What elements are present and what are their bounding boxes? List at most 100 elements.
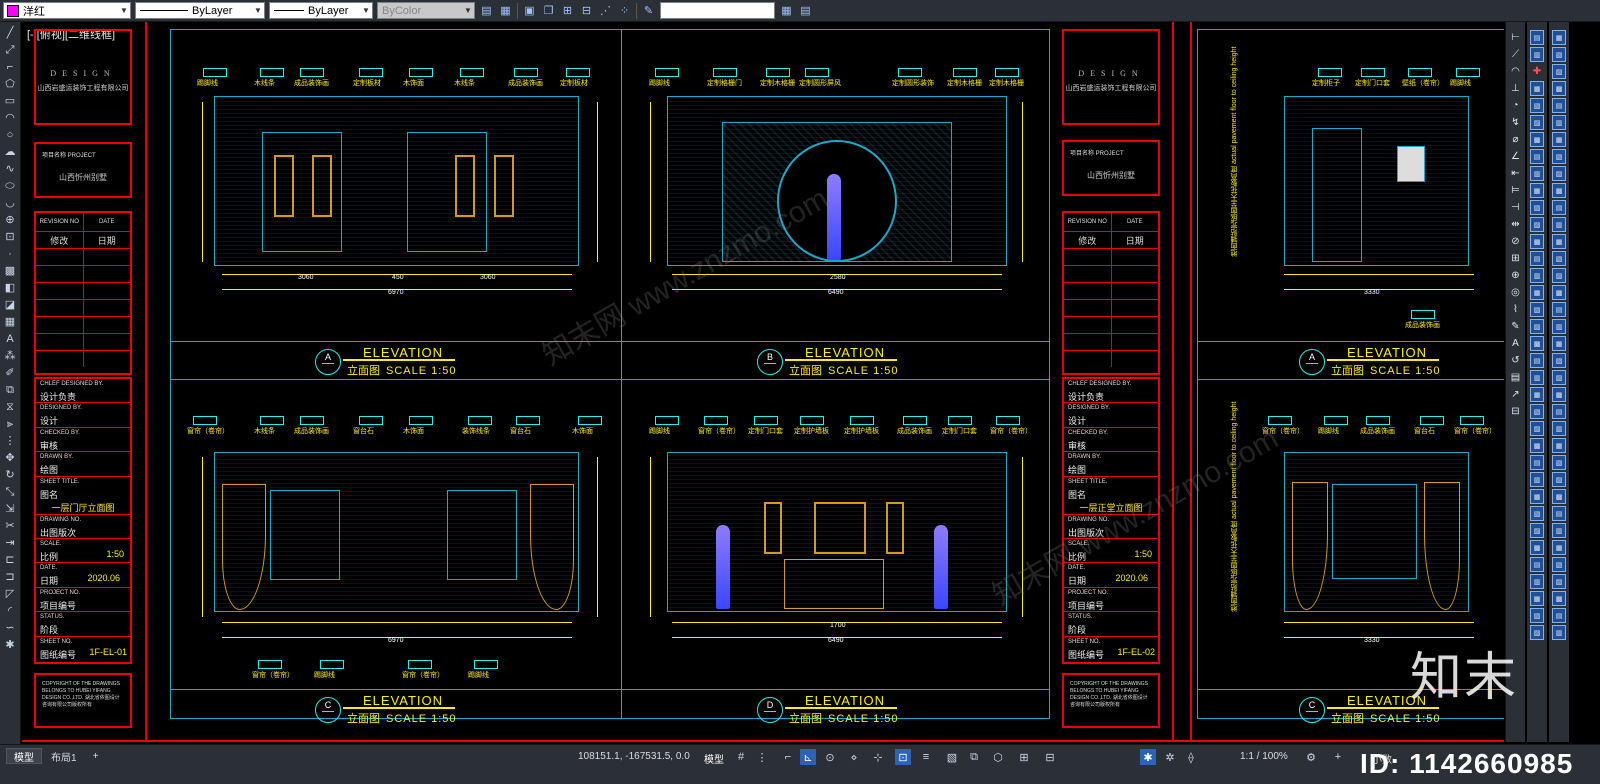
baseline-icon[interactable]: ⊨ [1509, 183, 1523, 198]
make-block-icon[interactable]: ⊡ [3, 230, 18, 245]
tool-icon[interactable]: ▨ [1552, 166, 1566, 181]
break-dim-icon[interactable]: ⊘ [1509, 234, 1523, 249]
tool-icon[interactable]: ▧ [1552, 149, 1566, 164]
blend-icon[interactable]: ∽ [3, 621, 18, 636]
command-input[interactable] [660, 2, 775, 19]
tool-icon[interactable]: ✚ [1530, 64, 1544, 79]
tool-icon[interactable]: ▦ [1552, 234, 1566, 249]
tool-icon[interactable]: ▨ [1552, 268, 1566, 283]
copy-icon[interactable]: ⧉ [3, 383, 18, 398]
match-props-icon[interactable]: ✎ [641, 3, 656, 18]
tool-icon[interactable]: ▥ [1530, 268, 1544, 283]
linear-dim-icon[interactable]: ⊢ [1509, 30, 1523, 45]
open-icon[interactable]: ❐ [541, 3, 556, 18]
tool-icon[interactable]: ▦ [1552, 540, 1566, 555]
tool-icon[interactable]: ▥ [1530, 472, 1544, 487]
tool-icon[interactable]: ▩ [1530, 234, 1544, 249]
gradient-icon[interactable]: ◧ [3, 281, 18, 296]
isodraft-icon[interactable]: ⋄ [846, 749, 862, 765]
edit-dim-icon[interactable]: ✎ [1509, 319, 1523, 334]
save-icon[interactable]: ▣ [522, 3, 537, 18]
inspect-icon[interactable]: ◎ [1509, 285, 1523, 300]
tool-icon[interactable]: ▤ [1530, 557, 1544, 572]
tool-icon[interactable]: ▩ [1530, 438, 1544, 453]
annotation-visibility-icon[interactable]: ✱ [1140, 749, 1156, 765]
mtext-icon[interactable]: A [3, 332, 18, 347]
spline-icon[interactable]: ∿ [3, 162, 18, 177]
diameter-icon[interactable]: ⌀ [1509, 132, 1523, 147]
ellipse-icon[interactable]: ⬭ [3, 179, 18, 194]
extend-icon[interactable]: ⇥ [3, 536, 18, 551]
filter-icon[interactable]: ⊟ [1042, 749, 1058, 765]
tool-icon[interactable]: ▧ [1530, 302, 1544, 317]
leader-icon[interactable]: ↗ [1509, 387, 1523, 402]
tool-icon[interactable]: ▤ [1552, 302, 1566, 317]
tool-icon[interactable]: ▥ [1552, 217, 1566, 232]
tool-icon[interactable]: ▤ [1530, 251, 1544, 266]
ellipse-arc-icon[interactable]: ◡ [3, 196, 18, 211]
chamfer-icon[interactable]: ◸ [3, 587, 18, 602]
tool-icon[interactable]: ▧ [1530, 200, 1544, 215]
rotate-icon[interactable]: ↻ [3, 468, 18, 483]
tool-icon[interactable]: ▦ [1552, 132, 1566, 147]
lineweight-dropdown[interactable]: ByLayer ▼ [269, 2, 373, 19]
tool-icon[interactable]: ▦ [1552, 30, 1566, 45]
polyline-icon[interactable]: ⌐ [3, 60, 18, 75]
tool-icon[interactable]: ▧ [1530, 506, 1544, 521]
coordinates-readout[interactable]: 108151.1, -167531.5, 0.0 [578, 751, 690, 762]
tool-icon[interactable]: ▦ [1530, 81, 1544, 96]
fillet-icon[interactable]: ◜ [3, 604, 18, 619]
view-grid-icon[interactable]: ▦ [779, 3, 794, 18]
tool-icon[interactable]: ▦ [1552, 438, 1566, 453]
tool-icon[interactable]: ▩ [1552, 81, 1566, 96]
tool-icon[interactable]: ▤ [1530, 30, 1544, 45]
tool-icon[interactable]: ▩ [1552, 183, 1566, 198]
tool-icon[interactable]: ▥ [1530, 370, 1544, 385]
stretch-icon[interactable]: ⇲ [3, 502, 18, 517]
tool-icon[interactable]: ▧ [1552, 251, 1566, 266]
point-icon[interactable]: · [3, 247, 18, 262]
view-tile-icon[interactable]: ▤ [798, 3, 813, 18]
layer-state-icon[interactable]: ⊟ [579, 3, 594, 18]
trim-icon[interactable]: ✂ [3, 519, 18, 534]
line-icon[interactable]: ╱ [3, 26, 18, 41]
tool-icon[interactable]: ▥ [1530, 47, 1544, 62]
tool-icon[interactable]: ▧ [1552, 47, 1566, 62]
arc-length-icon[interactable]: ◠ [1509, 64, 1523, 79]
annotation-scale-icon[interactable]: ⟠ [1183, 749, 1199, 765]
tool-icon[interactable]: ▥ [1552, 625, 1566, 640]
tool-icon[interactable]: ▩ [1552, 489, 1566, 504]
tool-icon[interactable]: ▤ [1552, 404, 1566, 419]
tool-icon[interactable]: ▩ [1552, 591, 1566, 606]
tool-icon[interactable]: ▩ [1530, 132, 1544, 147]
transparency-icon[interactable]: ▧ [944, 749, 960, 765]
revcloud-icon[interactable]: ☁ [3, 145, 18, 160]
continue-icon[interactable]: ⊣ [1509, 200, 1523, 215]
add-layout-button[interactable]: + [86, 749, 106, 763]
tab-layout1[interactable]: 布局1 [44, 749, 84, 764]
array-icon[interactable]: ⋮ [3, 434, 18, 449]
tool-icon[interactable]: ▨ [1530, 523, 1544, 538]
tool-icon[interactable]: ▥ [1552, 115, 1566, 130]
tolerance-icon[interactable]: ⊞ [1509, 251, 1523, 266]
tool-icon[interactable]: ▧ [1530, 608, 1544, 623]
tool-icon[interactable]: ▧ [1552, 353, 1566, 368]
tool-icon[interactable]: ▤ [1552, 200, 1566, 215]
override-icon[interactable]: ⊟ [1509, 404, 1523, 419]
plus-icon[interactable]: + [1330, 749, 1346, 765]
layer-iso-icon[interactable]: ⁘ [617, 3, 632, 18]
dim-style-icon[interactable]: ▤ [1509, 370, 1523, 385]
selection-cycle-icon[interactable]: ⧉ [966, 749, 982, 765]
annotation-scale-value[interactable]: 1:1 / 100% [1240, 751, 1288, 762]
arc-icon[interactable]: ◠ [3, 111, 18, 126]
layer-manager-icon[interactable]: ⊞ [560, 3, 575, 18]
tab-model[interactable]: 模型 [6, 748, 42, 764]
ortho-icon[interactable]: ⊾ [800, 749, 816, 765]
tool-icon[interactable]: ▥ [1552, 421, 1566, 436]
plotstyle-dropdown[interactable]: ByColor ▼ [377, 2, 475, 19]
linetype-dropdown[interactable]: ByLayer ▼ [135, 2, 265, 19]
tool-icon[interactable]: ▦ [1530, 183, 1544, 198]
model-space-button[interactable]: 模型 [704, 751, 724, 766]
layer-props-icon[interactable]: ▦ [498, 3, 513, 18]
aligned-dim-icon[interactable]: ⟋ [1509, 47, 1523, 62]
